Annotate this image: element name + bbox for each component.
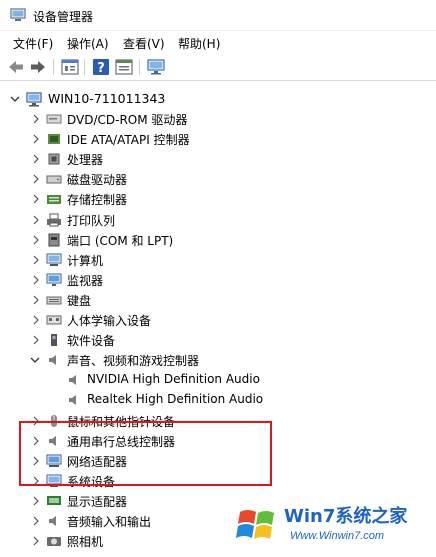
tree-root[interactable]: WIN10-711011343 [0, 89, 420, 109]
title-bar: 设备管理器 [0, 0, 436, 31]
device-tree: WIN10-711011343 DVD/CD-ROM 驱动器 IDE ATA/AT… [0, 82, 436, 557]
device-manager-app-icon [10, 8, 26, 21]
tree-device-label: NVIDIA High Definition Audio [87, 372, 260, 386]
tree-category-keyboard[interactable]: 键盘 [0, 290, 420, 310]
chevron-right-icon[interactable] [30, 535, 40, 547]
chevron-down-icon[interactable] [10, 93, 20, 105]
tree-category-label: 计算机 [67, 254, 104, 268]
help-icon[interactable]: ? [91, 58, 111, 76]
chevron-right-icon[interactable] [30, 133, 40, 145]
tree-category-label: IDE ATA/ATAPI 控制器 [67, 133, 190, 147]
toolbar-separator [84, 59, 85, 75]
toolbar: ? [0, 54, 436, 81]
chevron-right-icon[interactable] [30, 234, 40, 246]
speaker-icon [49, 355, 56, 365]
chevron-right-icon[interactable] [30, 274, 40, 286]
highlight-box [19, 421, 272, 486]
tree-category-port[interactable]: 端口 (COM 和 LPT) [0, 230, 420, 250]
scan-hardware-icon[interactable] [114, 58, 134, 76]
tree-category-ide-controller[interactable]: IDE ATA/ATAPI 控制器 [0, 129, 420, 149]
chevron-right-icon[interactable] [30, 314, 40, 326]
ide-controller-icon [48, 134, 60, 144]
port-icon [48, 233, 60, 247]
tree-category-label: 存储控制器 [67, 193, 128, 207]
watermark-brand: Win7系统之家 [284, 506, 408, 527]
tree-device-realtek-high-definition-audio[interactable]: Realtek High Definition Audio [0, 390, 420, 410]
tree-category-label: 打印队列 [67, 214, 116, 228]
tree-category-label: 人体学输入设备 [67, 314, 152, 328]
chevron-right-icon[interactable] [30, 173, 40, 185]
keyboard-icon [46, 296, 62, 305]
tree-category-processor[interactable]: 处理器 [0, 149, 420, 169]
menu-action[interactable]: 操作(A) [67, 35, 109, 52]
speaker-icon [69, 395, 76, 405]
tree-category-label: 键盘 [67, 294, 92, 308]
processor-icon [48, 153, 60, 165]
tree-category-disk-drive[interactable]: 磁盘驱动器 [0, 169, 420, 189]
chevron-down-icon[interactable] [30, 354, 40, 366]
chevron-right-icon[interactable] [30, 193, 40, 205]
menu-help[interactable]: 帮助(H) [178, 35, 220, 52]
computer-root-icon [26, 92, 42, 107]
camera-icon [47, 537, 61, 546]
tree-category-label: 音频输入和输出 [67, 515, 152, 529]
window-title: 设备管理器 [33, 10, 94, 24]
chevron-right-icon[interactable] [30, 294, 40, 306]
printer-icon [47, 213, 61, 227]
tree-device-nvidia-high-definition-audio[interactable]: NVIDIA High Definition Audio [0, 370, 420, 390]
chevron-right-icon[interactable] [30, 515, 40, 527]
tree-category-printer[interactable]: 打印队列 [0, 210, 420, 230]
tree-category-label: 照相机 [67, 535, 104, 549]
dvd-drive-icon [46, 114, 62, 124]
hid-icon [46, 315, 62, 325]
tree-category-label: DVD/CD-ROM 驱动器 [67, 113, 188, 127]
chevron-right-icon[interactable] [30, 495, 40, 507]
monitor-scan-icon[interactable] [146, 58, 166, 76]
toolbar-separator [139, 59, 140, 75]
chevron-right-icon[interactable] [30, 254, 40, 266]
computer-icon [46, 253, 62, 266]
tree-category-hid[interactable]: 人体学输入设备 [0, 310, 420, 330]
tree-device-label: Realtek High Definition Audio [87, 392, 264, 406]
computer-name: WIN10-711011343 [48, 91, 166, 106]
menu-file[interactable]: 文件(F) [13, 35, 53, 52]
software-device-icon [51, 334, 57, 346]
chevron-right-icon[interactable] [30, 113, 40, 125]
tree-category-speaker[interactable]: 声音、视频和游戏控制器 [0, 350, 420, 370]
properties-icon[interactable] [60, 58, 80, 76]
windows-logo-icon [236, 510, 274, 539]
tree-category-software-device[interactable]: 软件设备 [0, 330, 420, 350]
tree-category-label: 端口 (COM 和 LPT) [67, 234, 174, 248]
disk-drive-icon [46, 175, 62, 184]
svg-text:?: ? [97, 61, 105, 76]
forward-arrow-icon[interactable] [28, 58, 48, 76]
chevron-right-icon[interactable] [30, 153, 40, 165]
toolbar-separator [53, 59, 54, 75]
storage-controller-icon [47, 195, 61, 204]
chevron-right-icon[interactable] [30, 334, 40, 346]
tree-category-label: 显示适配器 [67, 495, 128, 509]
tree-category-storage-controller[interactable]: 存储控制器 [0, 189, 420, 209]
menu-view[interactable]: 查看(V) [123, 35, 165, 52]
tree-category-monitor[interactable]: 监视器 [0, 270, 420, 290]
tree-category-label: 监视器 [67, 274, 104, 288]
tree-category-label: 软件设备 [67, 334, 116, 348]
tree-category-dvd-drive[interactable]: DVD/CD-ROM 驱动器 [0, 109, 420, 129]
chevron-right-icon[interactable] [30, 214, 40, 226]
back-arrow-icon[interactable] [6, 58, 26, 76]
menu-bar: 文件(F) 操作(A) 查看(V) 帮助(H) [0, 31, 436, 54]
audio-io-icon [49, 516, 56, 526]
tree-category-label: 声音、视频和游戏控制器 [67, 354, 200, 368]
display-adapter-icon [47, 496, 61, 505]
watermark-url: Www.Winwin7.com [290, 530, 385, 542]
tree-category-label: 磁盘驱动器 [67, 173, 128, 187]
tree-category-label: 处理器 [67, 153, 104, 167]
monitor-icon [46, 273, 62, 286]
speaker-icon [69, 375, 76, 385]
tree-category-computer[interactable]: 计算机 [0, 250, 420, 270]
watermark: Win7系统之家 Www.Winwin7.com [232, 500, 436, 557]
